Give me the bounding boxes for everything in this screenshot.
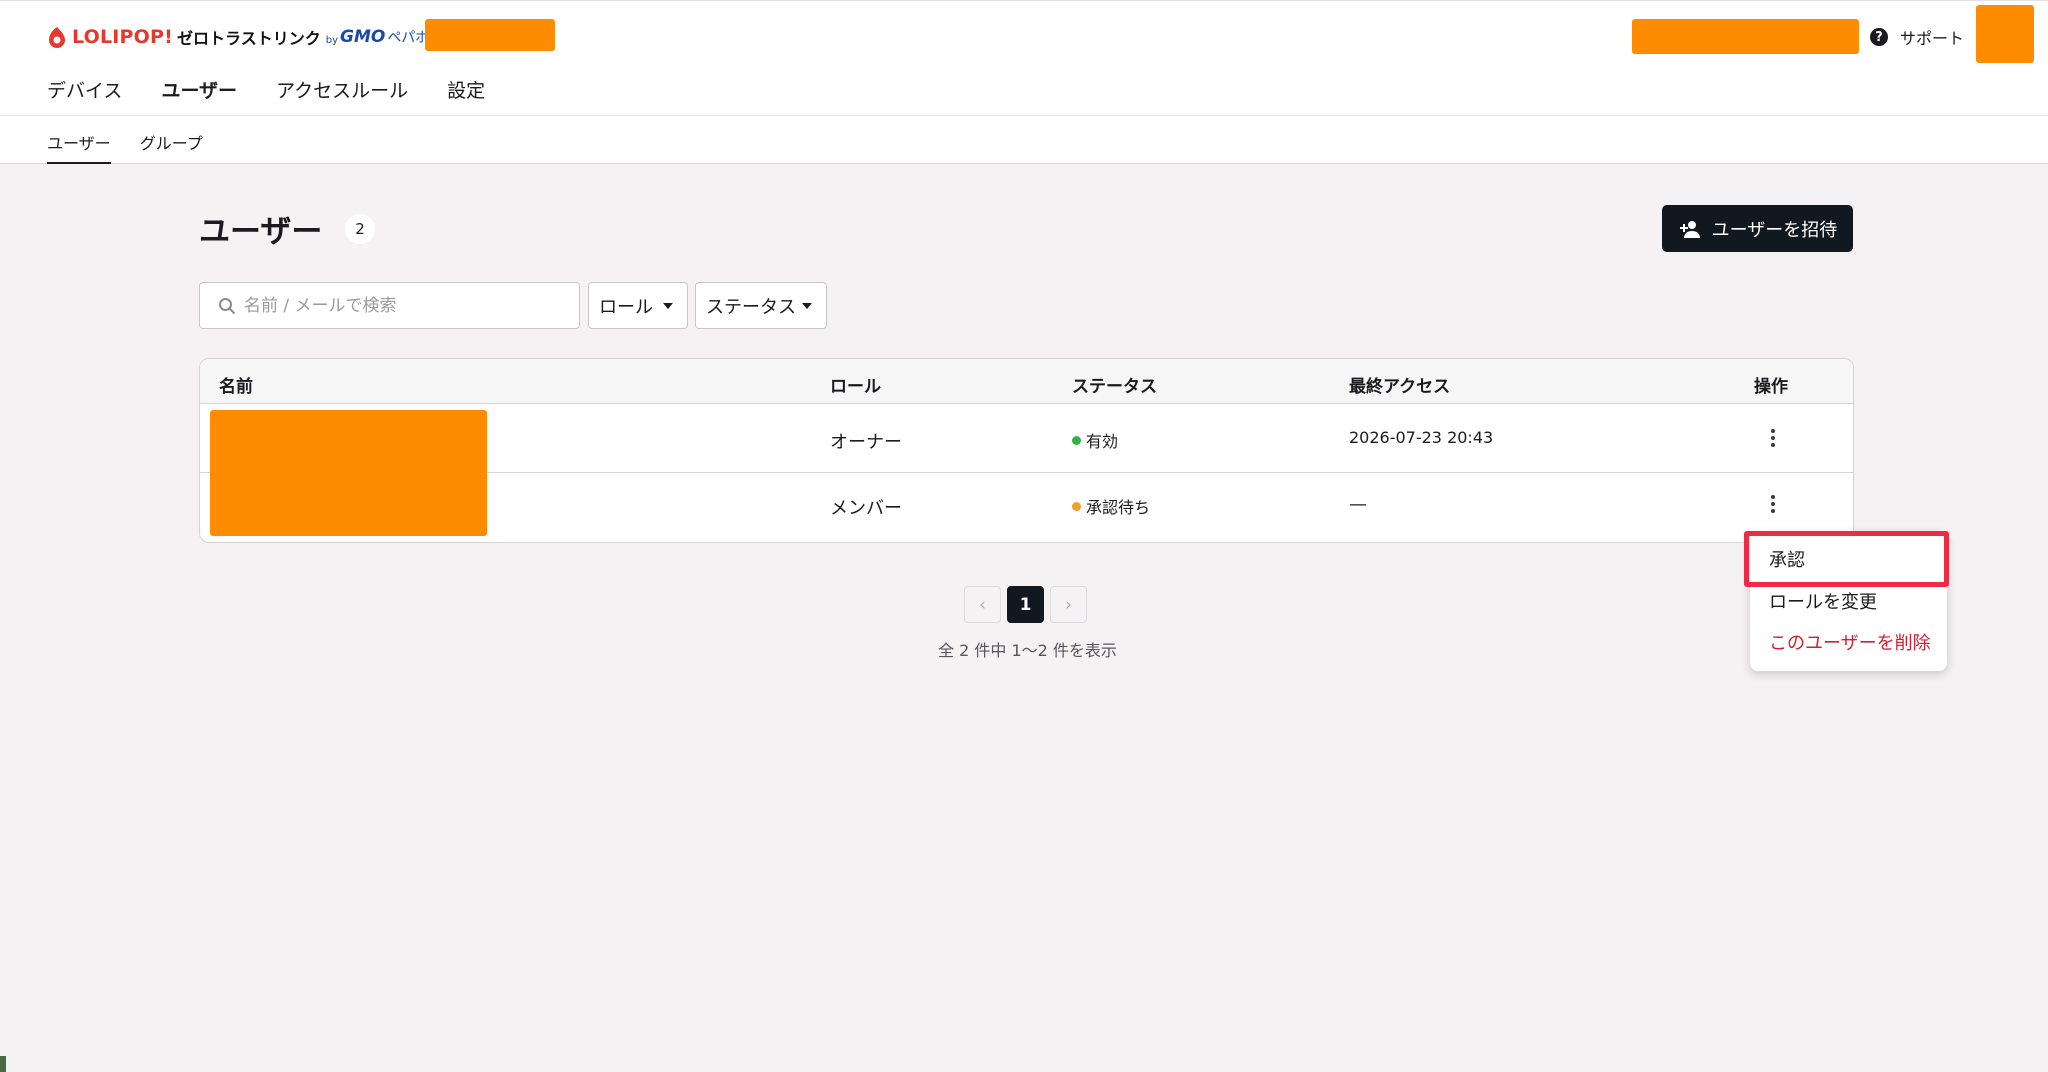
- role-filter-select[interactable]: ロール: [588, 282, 688, 329]
- redacted-org-name: [425, 19, 555, 51]
- nav-access-rules[interactable]: アクセスルール: [276, 76, 408, 103]
- brand-product-text: ゼロトラストリンク: [177, 29, 321, 48]
- status-filter-label: ステータス: [706, 296, 796, 318]
- corner-mark: [0, 1056, 6, 1072]
- search-input[interactable]: [244, 295, 564, 316]
- pagination: ‹ 1 ›: [964, 586, 1093, 623]
- nav-users[interactable]: ユーザー: [161, 76, 237, 103]
- table-header: 名前 ロール ステータス 最終アクセス 操作: [200, 359, 1853, 404]
- col-name: 名前: [219, 377, 253, 397]
- search-icon: [219, 297, 236, 314]
- col-role: ロール: [830, 377, 881, 397]
- tab-users[interactable]: ユーザー: [47, 130, 111, 164]
- row-last-access: 2026-07-23 20:43: [1349, 428, 1494, 447]
- nav-devices[interactable]: デバイス: [47, 76, 122, 103]
- status-pending-dot: [1072, 501, 1081, 511]
- page-1-button[interactable]: 1: [1007, 586, 1044, 623]
- sub-nav: ユーザー グループ: [47, 130, 232, 164]
- nav-divider: [0, 115, 2048, 116]
- app-header: LOLIPOP! ゼロトラストリンク by GMO ペパボ ? サポート デバイ…: [0, 0, 2048, 164]
- role-filter-label: ロール: [599, 296, 653, 318]
- tab-groups[interactable]: グループ: [140, 130, 203, 164]
- menu-change-role[interactable]: ロールを変更: [1769, 588, 1877, 614]
- lolipop-logo-icon: [49, 27, 65, 48]
- help-icon: ?: [1870, 28, 1888, 46]
- row-status: 承認待ち: [1072, 494, 1150, 518]
- col-actions: 操作: [1754, 377, 1788, 397]
- user-count-badge: 2: [345, 214, 375, 244]
- pagination-summary: 全 2 件中 1〜2 件を表示: [938, 641, 1117, 660]
- next-page-button[interactable]: ›: [1050, 586, 1087, 623]
- row-role: オーナー: [830, 432, 902, 453]
- search-box[interactable]: [199, 282, 580, 329]
- brand-by-text: by: [325, 34, 338, 46]
- col-status: ステータス: [1072, 377, 1157, 397]
- redacted-user-names: [210, 410, 487, 536]
- caret-down-icon: [802, 303, 812, 309]
- person-add-icon: [1679, 220, 1700, 238]
- row-status-label: 承認待ち: [1086, 498, 1151, 517]
- menu-delete-user[interactable]: このユーザーを削除: [1769, 629, 1931, 655]
- row-status: 有効: [1072, 428, 1118, 452]
- redacted-avatar[interactable]: [1976, 5, 2034, 63]
- invite-user-button[interactable]: ユーザーを招待: [1662, 205, 1853, 252]
- status-filter-select[interactable]: ステータス: [695, 282, 827, 329]
- row-role: メンバー: [830, 498, 902, 519]
- row-last-access: —: [1349, 494, 1367, 515]
- invite-user-label: ユーザーを招待: [1711, 219, 1838, 240]
- col-last-access: 最終アクセス: [1349, 377, 1451, 397]
- brand-gmo-text: GMO: [339, 27, 386, 47]
- caret-down-icon: [663, 303, 673, 309]
- more-vert-icon[interactable]: [1761, 492, 1785, 516]
- brand-lolipop-text: LOLIPOP!: [72, 26, 174, 48]
- support-label: サポート: [1900, 29, 1965, 48]
- brand-pepabo-text: ペパボ: [387, 30, 430, 46]
- users-table: 名前 ロール ステータス 最終アクセス 操作 オーナー 有効 2026-07-2…: [199, 358, 1854, 543]
- support-link[interactable]: ? サポート: [1870, 25, 1964, 49]
- brand-logo[interactable]: LOLIPOP! ゼロトラストリンク by GMO ペパボ: [46, 23, 429, 51]
- redacted-account-email: [1632, 19, 1859, 54]
- more-vert-icon[interactable]: [1761, 426, 1785, 450]
- approve-highlight-box: [1744, 531, 1949, 587]
- prev-page-button[interactable]: ‹: [964, 586, 1001, 623]
- main-nav: デバイス ユーザー アクセスルール 設定: [47, 76, 524, 103]
- status-active-dot: [1072, 435, 1081, 445]
- page-title: ユーザー: [199, 214, 323, 250]
- row-status-label: 有効: [1086, 432, 1119, 451]
- nav-settings[interactable]: 設定: [447, 76, 485, 103]
